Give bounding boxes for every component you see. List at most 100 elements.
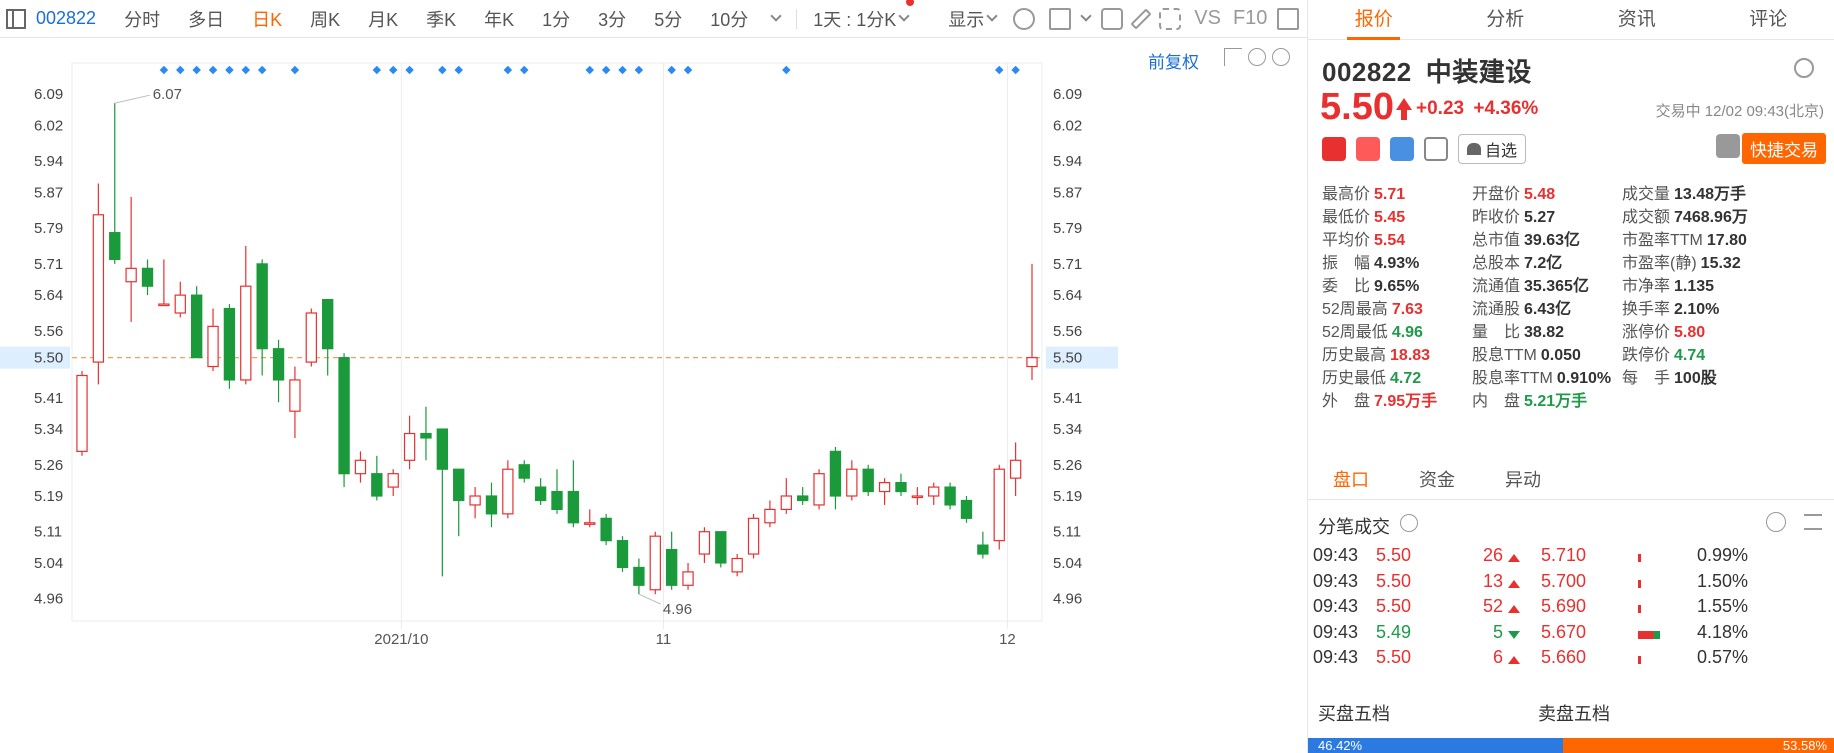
y-tick-label-left: 6.09 — [34, 86, 63, 103]
stock-header: 002822 中装建设 — [1322, 52, 1546, 89]
min-annotation-line — [638, 593, 662, 605]
tag-icon[interactable] — [1390, 137, 1414, 161]
candle-body — [944, 486, 956, 506]
tab-fenshi[interactable]: 分时 — [124, 6, 160, 32]
add-watchlist-button[interactable]: 自选 — [1458, 134, 1527, 164]
chevron-down-icon — [1080, 10, 1092, 22]
quick-trade-button[interactable]: 快捷交易 — [1742, 133, 1826, 164]
y-tick-label-left: 5.34 — [34, 421, 63, 438]
sidebar-toggle-icon[interactable] — [6, 8, 26, 29]
settings-icon[interactable] — [1013, 7, 1036, 30]
dist-percent: 1.55% — [1696, 596, 1748, 616]
tab-yidong[interactable]: 异动 — [1480, 460, 1566, 499]
zoom-out-icon[interactable] — [1248, 48, 1266, 66]
stat-value: 9.65% — [1374, 278, 1420, 295]
hot-icon[interactable] — [1356, 137, 1380, 161]
candle-body — [289, 379, 301, 412]
candle-body — [518, 464, 530, 479]
candle-body — [698, 531, 711, 555]
stat-value: 7468.96万 — [1674, 209, 1748, 226]
stat-label: 股息TTM — [1472, 347, 1537, 364]
f10-button[interactable]: F10 — [1233, 7, 1267, 30]
y-tick-label-right: 5.50 — [1053, 350, 1082, 367]
adjust-mode-link[interactable]: 前复权 — [1148, 48, 1199, 73]
stat-value: 13.48万手 — [1674, 186, 1747, 203]
more-icon[interactable] — [1766, 512, 1786, 532]
candle-body — [1026, 357, 1038, 368]
display-dropdown[interactable]: 显示 — [948, 6, 998, 32]
indicator-box-icon[interactable] — [1049, 7, 1072, 30]
event-marker — [208, 65, 218, 75]
tab-comments[interactable]: 评论 — [1703, 0, 1834, 39]
arrow-up-icon — [1508, 554, 1520, 562]
gear-icon[interactable] — [1794, 58, 1814, 78]
stat-label: 流通股 — [1472, 301, 1521, 318]
indicator-dropdown[interactable] — [1080, 10, 1092, 22]
event-marker — [438, 65, 447, 75]
tab-daily-k[interactable]: 日K — [252, 6, 282, 32]
stat-label: 昨收价 — [1472, 209, 1521, 226]
fullscreen-icon[interactable] — [1159, 7, 1182, 30]
zoom-in-icon[interactable] — [1272, 48, 1290, 66]
y-tick-label-right: 5.11 — [1053, 524, 1081, 541]
stat-item: 外 盘 7.95万手 — [1322, 387, 1437, 411]
stat-label: 市盈率TTM — [1622, 232, 1703, 249]
stat-value: 2.10% — [1674, 301, 1720, 318]
event-marker — [782, 65, 791, 75]
y-tick-label-right: 6.09 — [1053, 86, 1082, 103]
candle-body — [682, 571, 694, 586]
panel-toggle-icon[interactable] — [1277, 7, 1300, 30]
info-icon[interactable] — [1400, 514, 1418, 532]
x-tick-label: 2021/10 — [374, 631, 428, 648]
stat-value: 5.27 — [1524, 209, 1556, 226]
candle-body — [649, 535, 661, 591]
dist-percent: 1.50% — [1696, 570, 1748, 591]
tab-quote[interactable]: 报价 — [1308, 0, 1440, 40]
period-select[interactable]: 1天 : 1分K — [813, 0, 915, 32]
x-tick-label: 12 — [999, 631, 1016, 648]
candle-body — [76, 374, 88, 452]
camera-icon[interactable] — [1101, 7, 1124, 30]
tab-3min[interactable]: 3分 — [598, 6, 626, 32]
more-periods-dropdown[interactable] — [770, 10, 782, 22]
stat-item: 52周最低 4.96 — [1322, 318, 1423, 342]
tab-10min[interactable]: 10分 — [710, 6, 748, 32]
pencil-icon[interactable] — [1130, 7, 1152, 30]
tick-volume: 52 — [1482, 596, 1503, 616]
heart-icon — [1467, 143, 1481, 155]
stock-code: 002822 — [1322, 57, 1412, 87]
stat-item: 量 比 38.82 — [1472, 318, 1564, 342]
tab-analysis[interactable]: 分析 — [1440, 0, 1572, 39]
stat-item: 历史最高 18.83 — [1322, 341, 1430, 365]
event-marker — [667, 65, 676, 75]
event-marker — [225, 65, 234, 75]
tab-quarterly-k[interactable]: 季K — [426, 6, 456, 32]
tab-duori[interactable]: 多日 — [188, 6, 224, 32]
note-icon[interactable] — [1424, 137, 1448, 161]
y-tick-label-left: 5.19 — [34, 488, 63, 505]
kline-chart[interactable]: 2021/10 11 12 6.09 6.09 6.02 6.02 5.94 5.94 5.87 5… — [0, 38, 1307, 753]
candle-body — [453, 468, 465, 502]
candle-body — [354, 459, 367, 475]
compare-vs-button[interactable]: VS — [1194, 7, 1221, 30]
candle-body — [715, 531, 727, 564]
tab-news[interactable]: 资讯 — [1571, 0, 1703, 39]
stock-code-link[interactable]: 002822 — [36, 8, 96, 29]
bell-icon[interactable] — [1716, 134, 1740, 158]
event-marker — [405, 65, 414, 75]
list-icon[interactable] — [1804, 514, 1822, 530]
buy-sell-ratio-bar: 46.42% 53.58% — [1308, 738, 1834, 753]
reset-icon[interactable] — [1224, 48, 1242, 66]
tab-monthly-k[interactable]: 月K — [368, 6, 398, 32]
candle-body — [665, 548, 678, 586]
tab-pankou[interactable]: 盘口 — [1308, 460, 1394, 499]
stat-item: 股息率TTM 0.910% — [1472, 364, 1611, 388]
tab-5min[interactable]: 5分 — [654, 6, 682, 32]
tab-weekly-k[interactable]: 周K — [310, 6, 340, 32]
y-tick-label-left: 5.87 — [34, 184, 63, 201]
tab-zijin[interactable]: 资金 — [1394, 460, 1480, 499]
tab-yearly-k[interactable]: 年K — [484, 6, 514, 32]
y-tick-label-right: 5.79 — [1053, 220, 1082, 237]
tab-1min[interactable]: 1分 — [542, 6, 570, 32]
tick-price: 5.49 — [1376, 621, 1412, 642]
